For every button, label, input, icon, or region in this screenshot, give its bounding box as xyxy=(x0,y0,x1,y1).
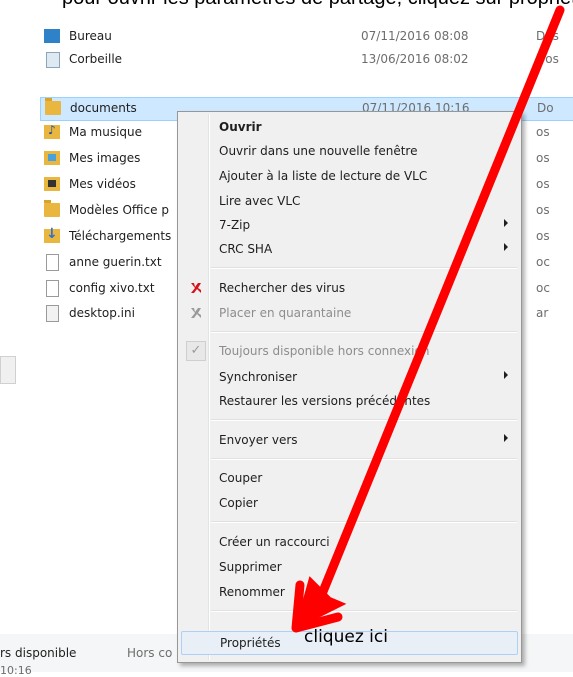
annotation-arrow xyxy=(291,5,565,633)
annotation-text: cliquez ici xyxy=(304,627,388,647)
arrow-shaft xyxy=(317,5,565,599)
